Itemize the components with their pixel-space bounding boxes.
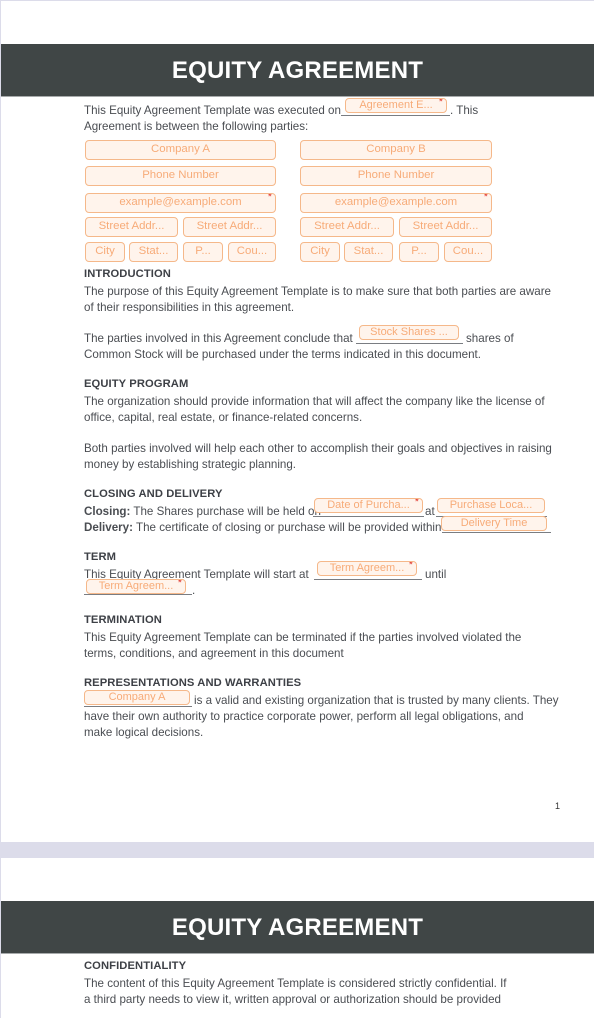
party-b-email-field[interactable]: example@example.com * (300, 193, 492, 213)
party-b-country-field[interactable]: Cou... (444, 242, 492, 262)
confidentiality-text: a third party needs to view it, written … (84, 993, 501, 1006)
equity-program-text: money by establishing strategic planning… (84, 458, 297, 471)
termination-text: terms, conditions, and agreement in this… (84, 647, 344, 660)
field-placeholder: Term Agreem... (329, 562, 405, 574)
equity-program-text: office, capital, real estate, or finance… (84, 411, 363, 424)
delivery-line: Delivery: The certificate of closing or … (84, 520, 441, 536)
party-a-state-field[interactable]: Stat... (129, 242, 178, 262)
party-b-city-field[interactable]: City (300, 242, 340, 262)
document-title-banner: EQUITY AGREEMENT (1, 44, 594, 97)
intro-text-after: . This (450, 104, 479, 117)
party-a-postal-field[interactable]: P... (183, 242, 223, 262)
confidentiality-text: The content of this Equity Agreement Tem… (84, 977, 507, 990)
party-a-country-field[interactable]: Cou... (228, 242, 276, 262)
stock-shares-field[interactable]: Stock Shares ... (359, 325, 459, 340)
shares-text-line2: Common Stock will be purchased under the… (84, 348, 481, 361)
term-end-punct: . (192, 584, 196, 597)
underline (314, 579, 422, 580)
section-heading-term: TERM (84, 551, 117, 563)
document-page-1: EQUITY AGREEMENT This Equity Agreement T… (1, 1, 594, 842)
party-b-postal-field[interactable]: P... (399, 242, 439, 262)
closing-text: The Shares purchase will be held on (133, 505, 321, 518)
delivery-time-field[interactable]: Delivery Time (441, 516, 547, 531)
party-b-street1-field[interactable]: Street Addr... (300, 217, 394, 237)
field-placeholder: Date of Purcha... (327, 499, 410, 511)
termination-text: This Equity Agreement Template can be te… (84, 631, 522, 644)
term-until-text: until (425, 568, 447, 581)
agreement-date-field[interactable]: Agreement E... * (345, 98, 447, 113)
term-end-field[interactable]: Term Agreem... * (86, 579, 186, 594)
section-heading-closing: CLOSING AND DELIVERY (84, 488, 223, 500)
party-b-company-field[interactable]: Company B (300, 140, 492, 160)
underline (341, 115, 450, 116)
underline (313, 516, 424, 517)
introduction-text: of their responsibilities in this agreem… (84, 301, 295, 314)
representations-text: is a valid and existing organization tha… (194, 694, 559, 707)
party-b-state-field[interactable]: Stat... (344, 242, 393, 262)
party-a-company-field[interactable]: Company A (85, 140, 276, 160)
underline (84, 706, 192, 707)
document-page-2: EQUITY AGREEMENT CONFIDENTIALITY The con… (1, 858, 594, 1018)
party-a-city-field[interactable]: City (85, 242, 125, 262)
party-a-email-field[interactable]: example@example.com * (85, 193, 276, 213)
underline (356, 343, 463, 344)
field-placeholder: Term Agreem... (98, 580, 174, 592)
representations-text: make logical decisions. (84, 726, 204, 739)
intro-text-before: This Equity Agreement Template was execu… (84, 104, 341, 117)
field-placeholder: example@example.com (334, 196, 458, 208)
shares-text-before: The parties involved in this Agreement c… (84, 332, 353, 345)
document-title-banner: EQUITY AGREEMENT (1, 901, 594, 954)
field-placeholder: example@example.com (119, 196, 242, 208)
party-b-street2-field[interactable]: Street Addr... (399, 217, 492, 237)
page-number: 1 (554, 801, 560, 811)
party-a-street2-field[interactable]: Street Addr... (183, 217, 276, 237)
party-a-street1-field[interactable]: Street Addr... (85, 217, 178, 237)
required-marker: * (408, 561, 413, 571)
required-marker: * (177, 579, 182, 589)
purchase-location-field[interactable]: Purchase Loca... (437, 498, 545, 513)
underline (442, 532, 551, 533)
closing-label: Closing: (84, 505, 131, 518)
equity-program-text: The organization should provide informat… (84, 395, 545, 408)
required-marker: * (483, 193, 488, 203)
field-placeholder: Agreement E... (359, 99, 433, 111)
shares-text-after: shares of (466, 332, 514, 345)
required-marker: * (414, 498, 419, 508)
party-a-phone-field[interactable]: Phone Number (85, 166, 276, 186)
section-heading-equity-program: EQUITY PROGRAM (84, 378, 189, 390)
introduction-text: The purpose of this Equity Agreement Tem… (84, 285, 552, 298)
section-heading-confidentiality: CONFIDENTIALITY (84, 960, 187, 972)
representations-company-field[interactable]: Company A (84, 690, 190, 705)
delivery-text: The certificate of closing or purchase w… (136, 521, 442, 534)
representations-text: have their own authority to practice cor… (84, 710, 524, 723)
underline (84, 594, 192, 595)
equity-program-text: Both parties involved will help each oth… (84, 442, 552, 455)
section-heading-termination: TERMINATION (84, 614, 162, 626)
intro-text-line2: Agreement is between the following parti… (84, 120, 309, 133)
section-heading-introduction: INTRODUCTION (84, 268, 171, 280)
required-marker: * (438, 98, 443, 108)
term-start-field[interactable]: Term Agreem... * (317, 561, 417, 576)
purchase-date-field[interactable]: Date of Purcha... * (314, 498, 423, 513)
delivery-label: Delivery: (84, 521, 133, 534)
closing-at-text: at (425, 505, 435, 518)
required-marker: * (267, 193, 272, 203)
closing-line: Closing: The Shares purchase will be hel… (84, 504, 321, 520)
party-b-phone-field[interactable]: Phone Number (300, 166, 492, 186)
section-heading-representations: REPRESENTATIONS AND WARRANTIES (84, 677, 302, 689)
